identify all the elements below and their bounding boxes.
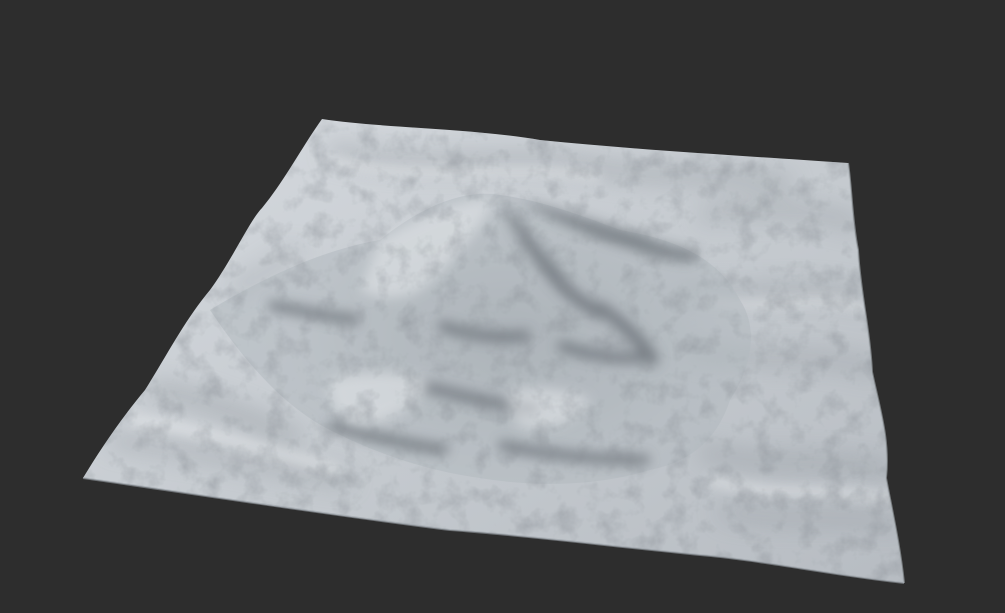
terrain-render (82, 119, 905, 584)
render-viewport (0, 0, 1005, 613)
